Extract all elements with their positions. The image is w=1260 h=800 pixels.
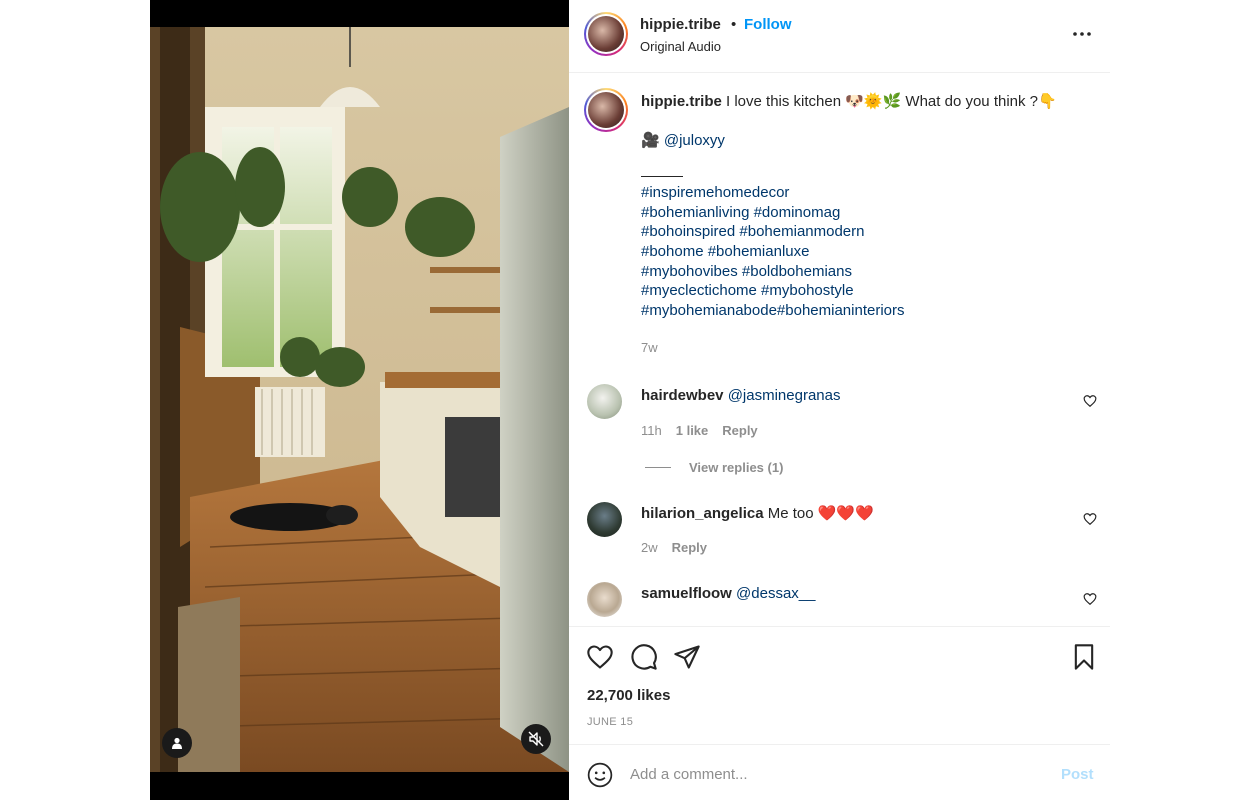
caption-divider <box>641 176 683 178</box>
view-replies-label[interactable]: View replies (1) <box>689 460 783 475</box>
comment-body: Me too ❤️❤️❤️ <box>767 505 874 522</box>
view-replies-line <box>645 467 671 468</box>
view-replies-button[interactable]: View replies (1) <box>645 460 783 475</box>
author-username[interactable]: hippie.tribe <box>640 16 721 33</box>
hashtag-line[interactable]: #bohoinspired #bohemianmodern <box>641 223 865 240</box>
audio-label[interactable]: Original Audio <box>640 39 721 54</box>
emoji-smiley-icon[interactable] <box>587 762 613 788</box>
hashtag-block: #inspiremehomedecor #bohemianliving #dom… <box>641 183 1081 320</box>
comment-likes[interactable]: 1 like <box>676 423 709 438</box>
caption-author-avatar[interactable] <box>584 88 628 132</box>
reply-button[interactable]: Reply <box>722 423 757 438</box>
post-actions: 22,700 likes JUNE 15 <box>569 626 1110 744</box>
separator-dot: • <box>731 16 737 33</box>
post-video[interactable] <box>150 0 569 800</box>
hashtag-line[interactable]: #mybohovibes #boldbohemians <box>641 263 852 280</box>
caption-text: I love this kitchen 🐶🌞🌿 What do you thin… <box>726 93 1057 110</box>
hashtag-line[interactable]: #inspiremehomedecor <box>641 184 789 201</box>
comment-mention-link[interactable]: @dessax__ <box>736 585 815 602</box>
commenter-avatar[interactable] <box>587 502 622 537</box>
mute-button[interactable] <box>521 724 551 754</box>
comment-time[interactable]: 2w <box>641 540 658 555</box>
comment-meta: 11h 1 like Reply <box>641 423 758 438</box>
commenter-avatar[interactable] <box>587 384 622 419</box>
post-comment-button[interactable]: Post <box>1061 766 1094 783</box>
hashtag-line[interactable]: #bohemianliving #dominomag <box>641 204 840 221</box>
share-send-icon[interactable] <box>673 643 701 671</box>
comment-meta: 2w Reply <box>641 540 707 555</box>
likes-count[interactable]: 22,700 likes <box>587 687 670 704</box>
post-caption: hippie.tribe I love this kitchen 🐶🌞🌿 Wha… <box>641 92 1081 358</box>
comment-text: hilarion_angelica Me too ❤️❤️❤️ <box>641 504 874 522</box>
hashtag-line[interactable]: #myeclectichome #mybohostyle <box>641 282 854 299</box>
camera-emoji: 🎥 <box>641 131 664 149</box>
comment-text: samuelfloow @dessax__ <box>641 585 815 602</box>
commenter-username[interactable]: samuelfloow <box>641 585 732 602</box>
hashtag-line[interactable]: #mybohemianabode#bohemianinteriors <box>641 302 905 319</box>
caption-username[interactable]: hippie.tribe <box>641 93 722 110</box>
more-horizontal-icon <box>1073 32 1091 36</box>
comment-input[interactable] <box>630 761 1030 787</box>
hashtag-line[interactable]: #bohome #bohemianluxe <box>641 243 809 260</box>
comment-text: hairdewbev @jasminegranas <box>641 387 840 404</box>
caption-age[interactable]: 7w <box>641 338 1081 358</box>
kitchen-video-frame[interactable] <box>150 27 569 772</box>
commenter-username[interactable]: hilarion_angelica <box>641 505 764 522</box>
follow-button[interactable]: Follow <box>744 16 792 33</box>
user-icon <box>172 737 182 749</box>
add-comment-bar: Post <box>569 744 1110 800</box>
post-header: hippie.tribe • Follow Original Audio <box>569 0 1110 73</box>
credit-mention-link[interactable]: @juloxyy <box>664 132 725 149</box>
caption-credit: 🎥 @juloxyy <box>641 131 1081 151</box>
more-options-button[interactable] <box>1068 24 1096 44</box>
reply-button[interactable]: Reply <box>672 540 707 555</box>
commenter-avatar[interactable] <box>587 582 622 617</box>
speaker-muted-icon <box>528 731 544 747</box>
caption-first-line: hippie.tribe I love this kitchen 🐶🌞🌿 Wha… <box>641 92 1081 112</box>
comment-like-heart-icon[interactable] <box>1083 512 1097 526</box>
tagged-users-button[interactable] <box>162 728 192 758</box>
post-date[interactable]: JUNE 15 <box>587 716 633 728</box>
comment-like-heart-icon[interactable] <box>1083 592 1097 606</box>
comment-bubble-icon[interactable] <box>630 643 658 671</box>
comment-time[interactable]: 11h <box>641 423 662 438</box>
like-heart-icon[interactable] <box>586 643 614 671</box>
commenter-username[interactable]: hairdewbev <box>641 387 724 404</box>
comment-like-heart-icon[interactable] <box>1083 394 1097 408</box>
author-avatar[interactable] <box>584 12 628 56</box>
comment-mention-link[interactable]: @jasminegranas <box>728 387 841 404</box>
bookmark-save-icon[interactable] <box>1070 643 1098 671</box>
post-side-panel: hippie.tribe • Follow Original Audio hip… <box>569 0 1110 800</box>
